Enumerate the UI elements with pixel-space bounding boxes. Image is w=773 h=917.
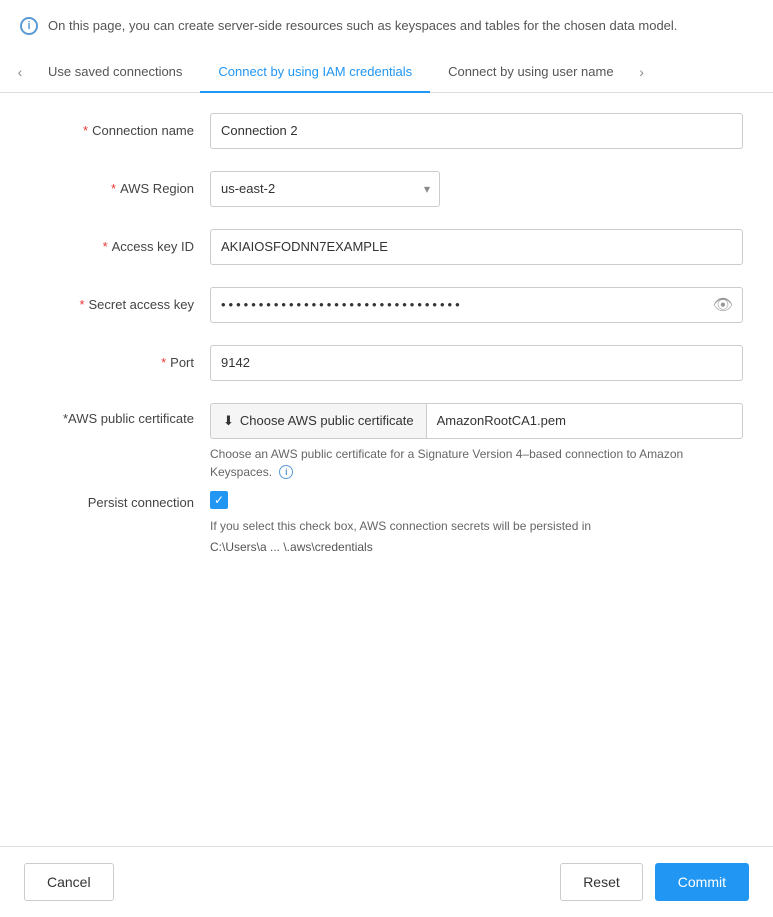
persist-connection-row: Persist connection ✓ If you select this … [30, 491, 743, 554]
cancel-button[interactable]: Cancel [24, 863, 114, 901]
required-marker: * [111, 181, 116, 196]
checkmark-icon: ✓ [214, 494, 224, 506]
persist-checkbox-wrapper: ✓ [210, 491, 743, 509]
persist-hint: If you select this check box, AWS connec… [210, 517, 743, 536]
choose-cert-label: Choose AWS public certificate [240, 413, 414, 428]
certificate-row: *AWS public certificate ⬇ Choose AWS pub… [30, 403, 743, 481]
credentials-path: C:\Users\a ... \.aws\credentials [210, 540, 743, 554]
page-container: i On this page, you can create server-si… [0, 0, 773, 917]
info-text: On this page, you can create server-side… [48, 16, 677, 36]
secret-key-wrapper: 👁 [210, 287, 743, 323]
certificate-label: *AWS public certificate [30, 403, 210, 426]
certificate-content: ⬇ Choose AWS public certificate AmazonRo… [210, 403, 743, 481]
certificate-filename: AmazonRootCA1.pem [427, 403, 743, 439]
secret-key-label: *Secret access key [30, 297, 210, 312]
access-key-input[interactable] [210, 229, 743, 265]
port-input[interactable] [210, 345, 743, 381]
aws-region-select-wrapper: us-east-2 us-east-1 us-west-1 us-west-2 … [210, 171, 440, 207]
info-banner: i On this page, you can create server-si… [0, 0, 773, 52]
cert-hint-info-icon: i [279, 465, 293, 479]
commit-button[interactable]: Commit [655, 863, 749, 901]
choose-certificate-button[interactable]: ⬇ Choose AWS public certificate [210, 403, 427, 439]
port-label: *Port [30, 355, 210, 370]
connection-name-input[interactable] [210, 113, 743, 149]
footer-right: Reset Commit [560, 863, 749, 901]
reset-button[interactable]: Reset [560, 863, 643, 901]
connection-name-label: *Connection name [30, 123, 210, 138]
persist-checkbox[interactable]: ✓ [210, 491, 228, 509]
tab-saved-connections[interactable]: Use saved connections [30, 52, 200, 93]
certificate-hint: Choose an AWS public certificate for a S… [210, 445, 743, 481]
show-password-icon[interactable]: 👁 [713, 295, 733, 315]
access-key-label: *Access key ID [30, 239, 210, 254]
secret-key-row: *Secret access key 👁 [30, 287, 743, 323]
aws-region-select[interactable]: us-east-2 us-east-1 us-west-1 us-west-2 … [210, 171, 440, 207]
tab-iam-credentials[interactable]: Connect by using IAM credentials [200, 52, 430, 93]
connection-name-row: *Connection name [30, 113, 743, 149]
persist-label: Persist connection [30, 491, 210, 510]
port-row: *Port [30, 345, 743, 381]
aws-region-row: *AWS Region us-east-2 us-east-1 us-west-… [30, 171, 743, 207]
info-icon: i [20, 17, 38, 35]
download-icon: ⬇ [223, 413, 234, 429]
certificate-file-row: ⬇ Choose AWS public certificate AmazonRo… [210, 403, 743, 439]
required-marker: * [83, 123, 88, 138]
secret-key-input[interactable] [210, 287, 743, 323]
persist-content: ✓ If you select this check box, AWS conn… [210, 491, 743, 554]
tab-username[interactable]: Connect by using user name [430, 52, 631, 93]
aws-region-label: *AWS Region [30, 181, 210, 196]
left-arrow[interactable]: ‹ [10, 64, 30, 80]
tabs-container: ‹ Use saved connections Connect by using… [0, 52, 773, 93]
right-arrow[interactable]: › [632, 64, 652, 80]
required-marker: * [161, 355, 166, 370]
form-container: *Connection name *AWS Region us-east-2 u… [0, 93, 773, 847]
required-marker: * [103, 239, 108, 254]
required-marker: * [79, 297, 84, 312]
footer: Cancel Reset Commit [0, 846, 773, 917]
access-key-row: *Access key ID [30, 229, 743, 265]
